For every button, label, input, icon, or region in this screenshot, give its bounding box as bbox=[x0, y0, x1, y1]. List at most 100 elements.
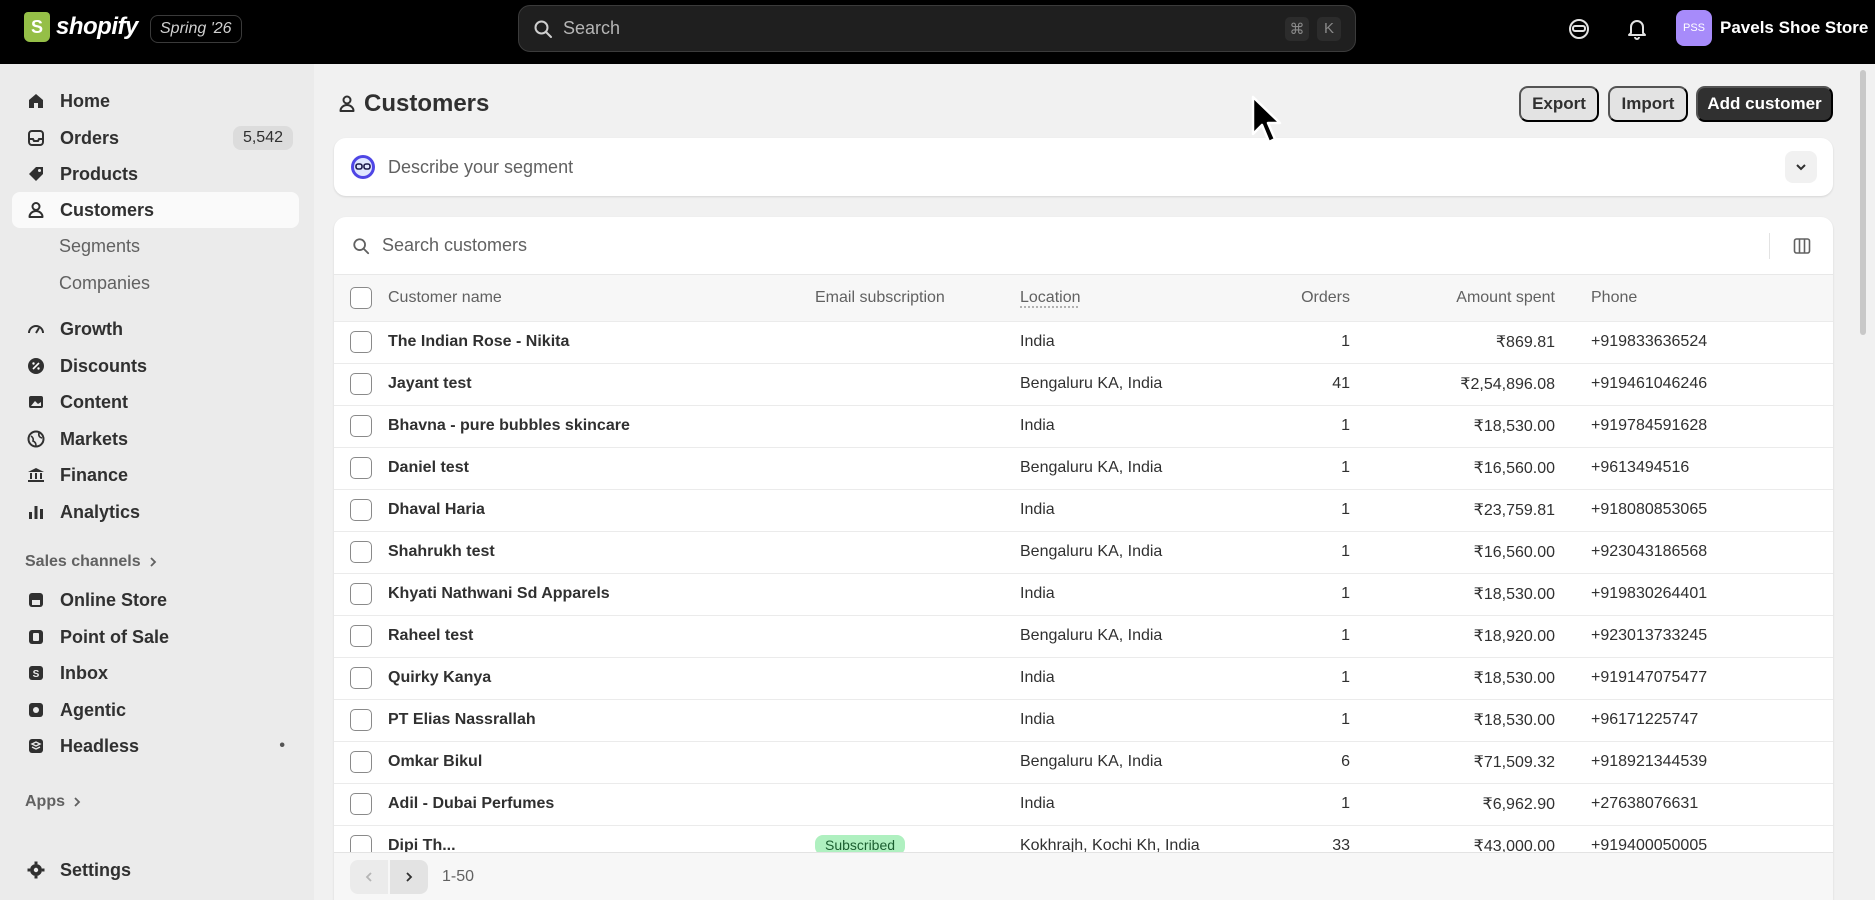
table-row[interactable]: PT Elias Nassrallah India 1 ₹18,530.00 +9617… bbox=[334, 699, 1833, 741]
select-all-checkbox[interactable] bbox=[350, 286, 372, 309]
chevron-down-icon[interactable] bbox=[1785, 151, 1817, 183]
export-button[interactable]: Export bbox=[1519, 86, 1599, 122]
customer-name-cell[interactable]: Quirky Kanya bbox=[388, 657, 815, 699]
sidebar-item-inbox[interactable]: S Inbox bbox=[12, 655, 299, 691]
customer-name-cell[interactable]: Jayant test bbox=[388, 363, 815, 405]
previous-page-button[interactable] bbox=[350, 859, 388, 894]
amount-spent-cell: ₹18,530.00 bbox=[1473, 418, 1555, 435]
customer-name-cell[interactable]: Adil - Dubai Perfumes bbox=[388, 783, 815, 825]
customer-name-cell[interactable]: Omkar Bikul bbox=[388, 741, 815, 783]
table-row[interactable]: Khyati Nathwani Sd Apparels India 1 ₹18,530… bbox=[334, 573, 1833, 615]
column-header-orders[interactable]: Orders bbox=[1280, 275, 1350, 321]
sidebar-item-home[interactable]: Home bbox=[12, 83, 299, 119]
column-header-customer-name[interactable]: Customer name bbox=[388, 275, 815, 321]
row-checkbox[interactable] bbox=[350, 709, 372, 731]
row-checkbox[interactable] bbox=[350, 793, 372, 815]
sidebar-item-label: Analytics bbox=[60, 501, 141, 522]
row-checkbox[interactable] bbox=[350, 457, 372, 479]
sidebar-item-content[interactable]: Content bbox=[12, 384, 299, 420]
apps-heading[interactable]: Apps bbox=[25, 793, 81, 811]
customer-name-cell[interactable]: Bhavna - pure bubbles skincare bbox=[388, 405, 815, 447]
bank-icon bbox=[26, 465, 46, 485]
row-checkbox[interactable] bbox=[350, 373, 372, 395]
sidebar-item-products[interactable]: Products bbox=[12, 156, 299, 192]
sidebar-item-finance[interactable]: Finance bbox=[12, 457, 299, 493]
next-page-button[interactable] bbox=[390, 859, 428, 894]
sidebar-item-customers[interactable]: Customers bbox=[12, 192, 299, 228]
customer-search-placeholder: Search customers bbox=[382, 235, 528, 255]
import-button[interactable]: Import bbox=[1608, 86, 1688, 122]
columns-icon[interactable] bbox=[1769, 232, 1815, 259]
table-row[interactable]: The Indian Rose - Nikita India 1 ₹869.81 +91… bbox=[334, 321, 1833, 363]
row-checkbox-cell bbox=[334, 741, 388, 783]
row-checkbox[interactable] bbox=[350, 583, 372, 605]
shopify-logo[interactable]: S shopify bbox=[24, 12, 138, 42]
edition-badge[interactable]: Spring '26 bbox=[150, 15, 242, 43]
sidebar-item-online-store[interactable]: Online Store bbox=[12, 582, 299, 618]
sidebar-item-segments[interactable]: Segments bbox=[59, 236, 140, 257]
row-checkbox[interactable] bbox=[350, 541, 372, 563]
row-checkbox[interactable] bbox=[350, 331, 372, 353]
row-checkbox[interactable] bbox=[350, 415, 372, 437]
row-checkbox[interactable] bbox=[350, 625, 372, 647]
amount-spent-cell: ₹18,530.00 bbox=[1473, 586, 1555, 603]
customers-table: Customer name Email subscription Locatio… bbox=[334, 275, 1833, 867]
table-row[interactable]: Quirky Kanya India 1 ₹18,530.00 +91914707547… bbox=[334, 657, 1833, 699]
customer-name-cell[interactable]: Khyati Nathwani Sd Apparels bbox=[388, 573, 815, 615]
customer-search-input[interactable]: Search customers bbox=[334, 217, 1833, 275]
location-cell: Bengaluru KA, India bbox=[1020, 543, 1163, 560]
table-row[interactable]: Adil - Dubai Perfumes India 1 ₹6,962.90 +276… bbox=[334, 783, 1833, 825]
sidebar-item-markets[interactable]: Markets bbox=[12, 421, 299, 457]
column-header-amount-spent[interactable]: Amount spent bbox=[1350, 275, 1555, 321]
customer-name-cell[interactable]: Dhaval Haria bbox=[388, 489, 815, 531]
sidebar-item-settings[interactable]: Settings bbox=[12, 852, 299, 888]
agentic-icon bbox=[26, 700, 46, 720]
table-row[interactable]: Omkar Bikul Bengaluru KA, India 6 ₹71,509.3… bbox=[334, 741, 1833, 783]
column-header-phone[interactable]: Phone bbox=[1555, 275, 1833, 321]
email-subscription-cell bbox=[815, 741, 1020, 783]
customer-name-cell[interactable]: Raheel test bbox=[388, 615, 815, 657]
segment-query-bar[interactable]: Describe your segment bbox=[334, 138, 1833, 196]
sales-channels-heading[interactable]: Sales channels bbox=[25, 553, 157, 571]
image-icon bbox=[26, 392, 46, 412]
sidebar-item-analytics[interactable]: Analytics bbox=[12, 494, 299, 530]
phone-cell: +919784591628 bbox=[1591, 417, 1708, 434]
sidekick-icon[interactable] bbox=[1564, 14, 1594, 44]
pagination: 1-50 bbox=[334, 852, 1833, 900]
global-search-input[interactable]: Search ⌘ K bbox=[518, 5, 1356, 52]
table-row[interactable]: Dhaval Haria India 1 ₹23,759.81 +91808085306… bbox=[334, 489, 1833, 531]
customer-name-cell[interactable]: The Indian Rose - Nikita bbox=[388, 321, 815, 363]
column-header-location[interactable]: Location bbox=[1020, 275, 1280, 321]
sidebar-item-discounts[interactable]: Discounts bbox=[12, 348, 299, 384]
sidebar-item-headless[interactable]: Headless • bbox=[12, 728, 299, 764]
notifications-bell-icon[interactable] bbox=[1622, 14, 1652, 44]
orders-cell: 1 bbox=[1341, 417, 1350, 434]
orders-cell: 1 bbox=[1341, 795, 1350, 812]
sidebar-item-label: Markets bbox=[60, 428, 129, 449]
page-scrollbar[interactable] bbox=[1860, 70, 1866, 335]
sidebar-item-agentic[interactable]: Agentic bbox=[12, 692, 299, 728]
phone-cell: +9613494516 bbox=[1591, 459, 1690, 476]
table-row[interactable]: Daniel test Bengaluru KA, India 1 ₹16,560.0… bbox=[334, 447, 1833, 489]
table-row[interactable]: Bhavna - pure bubbles skincare India 1 ₹18,… bbox=[334, 405, 1833, 447]
phone-cell: +919833636524 bbox=[1591, 333, 1708, 350]
row-checkbox[interactable] bbox=[350, 667, 372, 689]
customer-name-cell[interactable]: Shahrukh test bbox=[388, 531, 815, 573]
table-row[interactable]: Raheel test Bengaluru KA, India 1 ₹18,920.0… bbox=[334, 615, 1833, 657]
customer-name-cell[interactable]: Daniel test bbox=[388, 447, 815, 489]
table-row[interactable]: Jayant test Bengaluru KA, India 41 ₹2,54,89… bbox=[334, 363, 1833, 405]
orders-cell: 1 bbox=[1341, 669, 1350, 686]
table-row[interactable]: Shahrukh test Bengaluru KA, India 1 ₹16,560… bbox=[334, 531, 1833, 573]
chevron-right-icon bbox=[149, 557, 156, 567]
customer-name-cell[interactable]: PT Elias Nassrallah bbox=[388, 699, 815, 741]
sidebar-item-orders[interactable]: Orders 5,542 bbox=[12, 120, 299, 156]
sidebar-item-companies[interactable]: Companies bbox=[59, 273, 150, 294]
sidebar-item-point-of-sale[interactable]: Point of Sale bbox=[12, 619, 299, 655]
location-cell: Bengaluru KA, India bbox=[1020, 375, 1163, 392]
add-customer-button[interactable]: Add customer bbox=[1696, 86, 1833, 122]
row-checkbox[interactable] bbox=[350, 751, 372, 773]
row-checkbox[interactable] bbox=[350, 499, 372, 521]
column-header-email-subscription[interactable]: Email subscription bbox=[815, 275, 1020, 321]
store-menu[interactable]: PSS Pavels Shoe Store bbox=[1676, 10, 1868, 46]
sidebar-item-growth[interactable]: Growth bbox=[12, 311, 299, 347]
